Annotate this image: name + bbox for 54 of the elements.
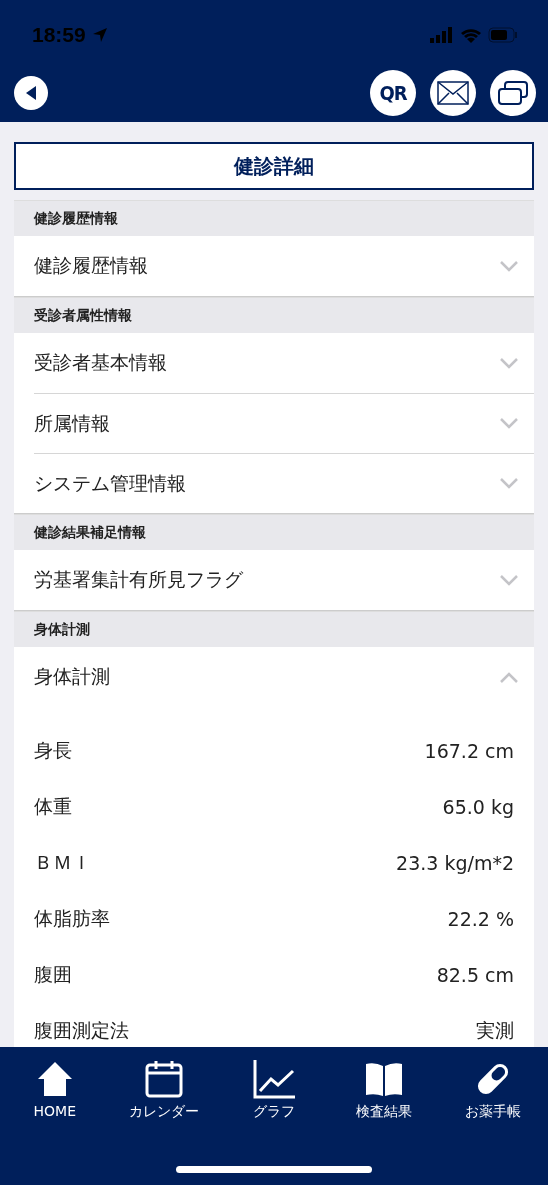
- accordion-label: 身体計測: [34, 664, 110, 689]
- accordion-item[interactable]: 受診者基本情報: [34, 333, 534, 393]
- measure-label: 体重: [34, 794, 72, 819]
- location-arrow-icon: [91, 27, 108, 43]
- measure-value: 23.3 kg/m*2: [396, 852, 514, 874]
- windows-icon: [497, 80, 529, 106]
- accordion-item[interactable]: 所属情報: [34, 393, 534, 453]
- signal-icon: [430, 27, 454, 43]
- tab-bar-item[interactable]: カレンダー: [112, 1059, 217, 1121]
- accordion-item[interactable]: 身体計測: [34, 647, 534, 707]
- measure-label: 腹囲測定法: [34, 1018, 129, 1043]
- measure-label: ＢＭＩ: [34, 850, 91, 875]
- accordion-label: 健診履歴情報: [34, 253, 148, 278]
- accordion-label: 所属情報: [34, 410, 110, 436]
- tab-bar-item[interactable]: 検査結果: [331, 1059, 436, 1121]
- measure-label: 体脂肪率: [34, 906, 110, 931]
- section-header: 健診履歴情報: [14, 200, 534, 236]
- chevron-up-icon: [500, 671, 518, 683]
- accordion-item[interactable]: 労基署集計有所見フラグ: [34, 550, 534, 610]
- calendar-icon: [144, 1059, 185, 1099]
- measure-value: 実測: [476, 1018, 514, 1043]
- status-time: 18:59: [32, 23, 86, 47]
- windows-button[interactable]: [490, 70, 536, 116]
- battery-icon: [488, 27, 518, 43]
- chevron-down-icon: [500, 357, 518, 369]
- chevron-down-icon: [500, 478, 518, 489]
- accordion-label: 労基署集計有所見フラグ: [34, 567, 243, 592]
- accordion-item[interactable]: 健診履歴情報: [34, 236, 534, 296]
- measure-value: 82.5 cm: [436, 964, 514, 986]
- chevron-down-icon: [500, 418, 518, 429]
- section-header: 受診者属性情報: [14, 297, 534, 333]
- tab-bar-item[interactable]: HOME: [2, 1059, 107, 1121]
- back-button[interactable]: [14, 76, 48, 110]
- wifi-icon: [460, 27, 482, 43]
- accordion-item[interactable]: システム管理情報: [34, 453, 534, 513]
- accordion-label: システム管理情報: [34, 470, 186, 496]
- line-chart-icon: [252, 1059, 296, 1099]
- envelope-icon: [437, 81, 469, 105]
- section-header: 健診結果補足情報: [14, 514, 534, 550]
- measure-value: 65.0 kg: [442, 796, 514, 818]
- tab-bar-item[interactable]: お薬手帳: [441, 1059, 546, 1121]
- tab-bar-item[interactable]: グラフ: [222, 1059, 326, 1121]
- measure-label: 腹囲: [34, 962, 72, 987]
- chevron-down-icon: [500, 574, 518, 586]
- qr-button[interactable]: QR: [370, 70, 416, 116]
- measure-value: 167.2 cm: [424, 740, 514, 762]
- measure-value: 22.2 %: [447, 908, 514, 930]
- mail-button[interactable]: [430, 70, 476, 116]
- chevron-down-icon: [500, 260, 518, 272]
- page-title: 健診詳細: [14, 142, 534, 190]
- section-header: 身体計測: [14, 611, 534, 647]
- accordion-label: 受診者基本情報: [34, 350, 167, 375]
- measure-label: 身長: [34, 738, 72, 763]
- back-arrow-icon: [24, 85, 38, 101]
